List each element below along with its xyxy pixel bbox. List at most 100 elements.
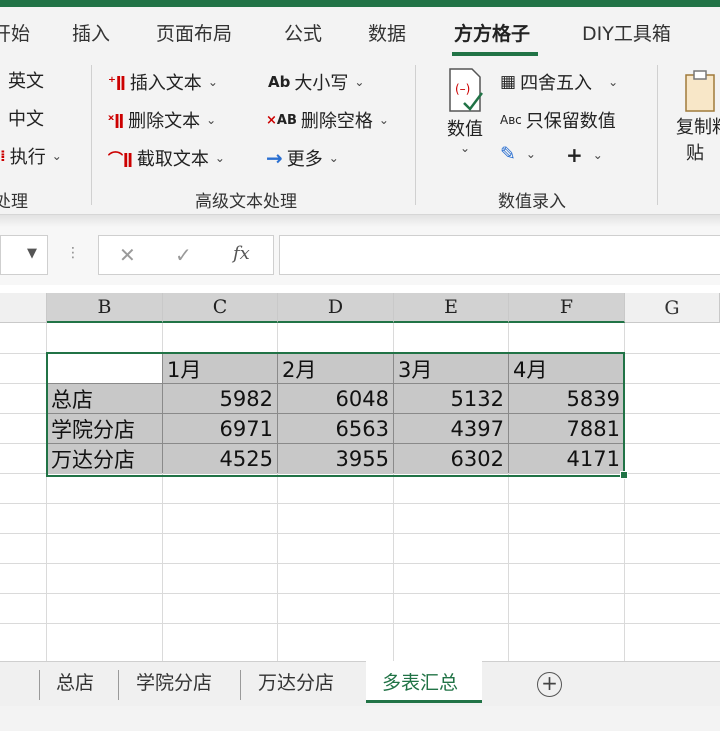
worksheet-grid[interactable]: B C D E F G 1月 2月 3月 4月 总店 5982 6048 513… xyxy=(0,293,720,661)
fill-handle[interactable] xyxy=(620,471,628,479)
cut-text-button[interactable]: ⌒ǁ 截取文本 ⌄ xyxy=(108,145,225,171)
value-button[interactable]: (–) 数值 ⌄ xyxy=(443,67,487,155)
chevron-down-icon: ⌄ xyxy=(328,151,339,165)
copy-paste-button[interactable]: 复制粘 贴 xyxy=(676,67,720,165)
title-bar-strip xyxy=(0,0,720,7)
keep-values-label: 只保留数值 xyxy=(525,111,616,132)
group-label-processing: 处理 xyxy=(0,192,28,212)
case-label: 大小写 xyxy=(294,73,349,94)
tab-home[interactable]: 开始 xyxy=(0,19,30,46)
plus-icon: + xyxy=(566,143,583,167)
insert-text-button[interactable]: ⁺ǁ 插入文本 ⌄ xyxy=(108,69,218,95)
delete-spaces-icon: ×AB xyxy=(266,112,297,128)
drag-handle-icon[interactable]: ⋮ xyxy=(66,245,80,261)
delete-text-button[interactable]: ˣǁ 删除文本 ⌄ xyxy=(108,107,216,133)
insert-function-icon[interactable]: fx xyxy=(233,243,250,264)
chevron-down-icon: ⌄ xyxy=(378,113,389,127)
tab-data[interactable]: 数据 xyxy=(368,19,406,46)
chevron-down-icon: ⌄ xyxy=(51,149,62,163)
name-box[interactable]: ▼ xyxy=(0,235,48,275)
copy-paste-label: 复制粘 xyxy=(676,117,720,138)
english-label: 英文 xyxy=(8,71,44,92)
group-divider xyxy=(415,65,416,205)
chinese-label: 中文 xyxy=(8,109,44,130)
confirm-icon[interactable]: ✓ xyxy=(175,243,192,267)
edit-icon: ✎ xyxy=(500,143,516,165)
delete-text-icon: ˣǁ xyxy=(108,111,125,129)
chevron-down-icon: ⌄ xyxy=(214,151,225,165)
round-button[interactable]: ▦ 四舍五入 ⌄ xyxy=(500,69,618,95)
chevron-down-icon: ⌄ xyxy=(592,148,603,162)
case-button[interactable]: Ab 大小写 ⌄ xyxy=(268,69,364,95)
execute-label: 执行 xyxy=(9,147,46,168)
delete-spaces-label: 删除空格 xyxy=(300,111,373,132)
svg-text:(–): (–) xyxy=(455,82,470,96)
delete-spaces-button[interactable]: ×AB 删除空格 ⌄ xyxy=(266,107,389,133)
active-tab-indicator xyxy=(452,52,538,56)
tab-divider xyxy=(118,670,119,700)
column-header-c[interactable]: C xyxy=(163,293,278,323)
round-icon: ▦ xyxy=(500,72,517,92)
sheet-tab-bar: 总店 学院分店 万达分店 多表汇总 + xyxy=(0,661,720,706)
ribbon: 英文 中文 ⁞ 执行 ⌄ 处理 ⁺ǁ 插入文本 ⌄ ˣǁ 删除文本 ⌄ ⌒ǁ 截… xyxy=(0,57,720,215)
arrow-right-icon: → xyxy=(266,146,283,170)
tab-fangfanggezi[interactable]: 方方格子 xyxy=(454,19,530,46)
chevron-down-icon: ⌄ xyxy=(525,147,536,161)
chinese-button[interactable]: 中文 xyxy=(8,105,44,131)
abc-icon: Aʙᴄ xyxy=(500,113,522,127)
group-divider xyxy=(657,65,658,205)
formula-input[interactable] xyxy=(279,235,720,275)
keep-values-button[interactable]: Aʙᴄ 只保留数值 xyxy=(500,107,616,133)
cancel-icon[interactable]: ✕ xyxy=(119,243,136,267)
edit-dropdown-button[interactable]: ✎ ⌄ xyxy=(500,143,536,165)
grid-line xyxy=(0,503,720,504)
tab-page-layout[interactable]: 页面布局 xyxy=(156,19,232,46)
sheet-tab-main-store[interactable]: 总店 xyxy=(56,668,94,695)
ribbon-shadow xyxy=(0,215,720,227)
group-label-advanced-text: 高级文本处理 xyxy=(195,192,297,212)
add-dropdown-button[interactable]: + ⌄ xyxy=(566,143,603,167)
cut-text-icon: ⌒ǁ xyxy=(108,149,133,168)
tab-diy-toolbox[interactable]: DIY工具箱 xyxy=(582,19,671,46)
tab-divider xyxy=(240,670,241,700)
group-label-value-entry: 数值录入 xyxy=(498,192,566,212)
group-divider xyxy=(91,65,92,205)
insert-text-icon: ⁺ǁ xyxy=(108,73,126,91)
selection-range[interactable] xyxy=(46,352,625,477)
formula-bar: ▼ ⋮ ✕ ✓ fx xyxy=(0,227,720,285)
column-header-b[interactable]: B xyxy=(47,293,163,323)
sheet-tab-summary-label[interactable]: 多表汇总 xyxy=(382,668,458,695)
copy-paste-label-2: 贴 xyxy=(686,143,704,164)
column-header-d[interactable]: D xyxy=(278,293,394,323)
chevron-down-icon: ⌄ xyxy=(354,75,365,89)
execute-button[interactable]: ⁞ 执行 ⌄ xyxy=(0,143,62,169)
sheet-tab-college-branch[interactable]: 学院分店 xyxy=(136,668,212,695)
column-header-g[interactable]: G xyxy=(625,293,720,323)
value-label: 数值 xyxy=(447,119,483,140)
chevron-down-icon: ⌄ xyxy=(206,113,217,127)
add-sheet-icon[interactable]: + xyxy=(537,672,562,697)
grid-line xyxy=(0,593,720,594)
tab-divider xyxy=(39,670,40,700)
status-bar xyxy=(0,706,720,731)
grid-line xyxy=(0,623,720,624)
english-button[interactable]: 英文 xyxy=(8,67,44,93)
ribbon-tabs: 开始 插入 页面布局 公式 数据 方方格子 DIY工具箱 xyxy=(0,7,720,57)
column-header-f[interactable]: F xyxy=(509,293,625,323)
insert-text-label: 插入文本 xyxy=(129,73,202,94)
column-header-a[interactable] xyxy=(0,293,47,323)
more-button[interactable]: → 更多 ⌄ xyxy=(266,145,339,171)
tab-formulas[interactable]: 公式 xyxy=(284,19,322,46)
grid-line xyxy=(0,563,720,564)
clipboard-icon xyxy=(685,70,715,112)
formula-buttons: ✕ ✓ fx xyxy=(98,235,274,275)
column-header-e[interactable]: E xyxy=(394,293,509,323)
delete-text-label: 删除文本 xyxy=(128,111,201,132)
grid-line xyxy=(0,533,720,534)
chevron-down-icon: ⌄ xyxy=(207,75,218,89)
chevron-down-icon: ⌄ xyxy=(608,75,619,89)
chevron-down-icon[interactable]: ▼ xyxy=(27,246,37,261)
value-icon: (–) xyxy=(449,68,483,112)
tab-insert[interactable]: 插入 xyxy=(72,19,110,46)
sheet-tab-wanda-branch[interactable]: 万达分店 xyxy=(258,668,334,695)
